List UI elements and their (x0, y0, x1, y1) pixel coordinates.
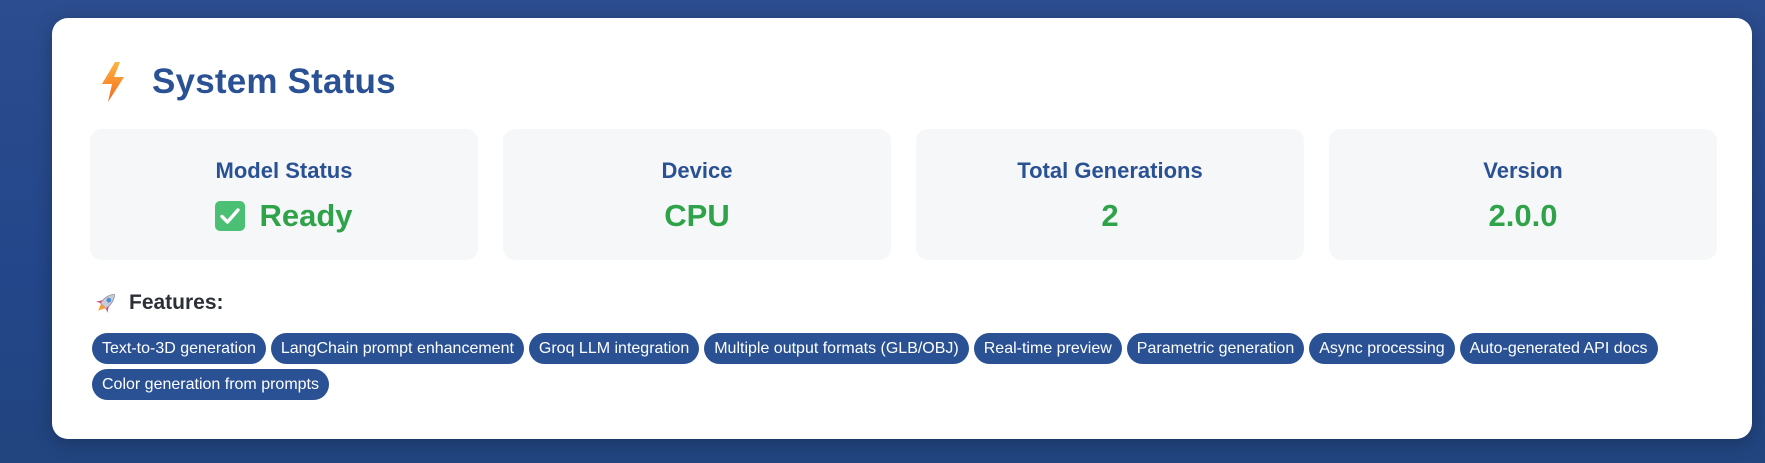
stats-row: Model Status Ready Device CPU Total Gene… (90, 129, 1717, 260)
feature-tag: Auto-generated API docs (1459, 333, 1658, 364)
page-title: System Status (152, 62, 396, 101)
stat-device: Device CPU (503, 129, 891, 260)
stat-model-status: Model Status Ready (90, 129, 478, 260)
model-status-value: Ready (259, 198, 353, 233)
feature-tag: Parametric generation (1126, 333, 1305, 364)
feature-tag: Async processing (1309, 333, 1455, 364)
feature-tag: Real-time preview (973, 333, 1122, 364)
stat-value: Ready (215, 198, 353, 234)
feature-tags: Text-to-3D generation LangChain prompt e… (92, 333, 1732, 400)
stat-label: Device (661, 158, 733, 183)
card-header: System Status (100, 62, 396, 102)
total-generations-value: 2 (1101, 198, 1119, 233)
stat-label: Total Generations (1017, 158, 1203, 183)
rocket-icon (96, 294, 115, 313)
stat-version: Version 2.0.0 (1329, 129, 1717, 260)
feature-tag: Color generation from prompts (92, 369, 329, 400)
features-header: Features: (93, 290, 224, 316)
stat-label: Model Status (215, 158, 353, 183)
device-value: CPU (664, 198, 730, 233)
lightning-bolt-icon (102, 62, 124, 102)
feature-tag: Groq LLM integration (528, 333, 700, 364)
version-value: 2.0.0 (1488, 198, 1558, 233)
features-title: Features: (129, 291, 224, 314)
stat-total-generations: Total Generations 2 (916, 129, 1304, 260)
system-status-card: System Status Model Status Ready Device … (52, 18, 1752, 439)
feature-tag: Text-to-3D generation (92, 333, 266, 364)
feature-tag: Multiple output formats (GLB/OBJ) (704, 333, 969, 364)
stat-label: Version (1483, 158, 1563, 183)
feature-tag: LangChain prompt enhancement (270, 333, 524, 364)
check-mark-icon (215, 201, 246, 231)
